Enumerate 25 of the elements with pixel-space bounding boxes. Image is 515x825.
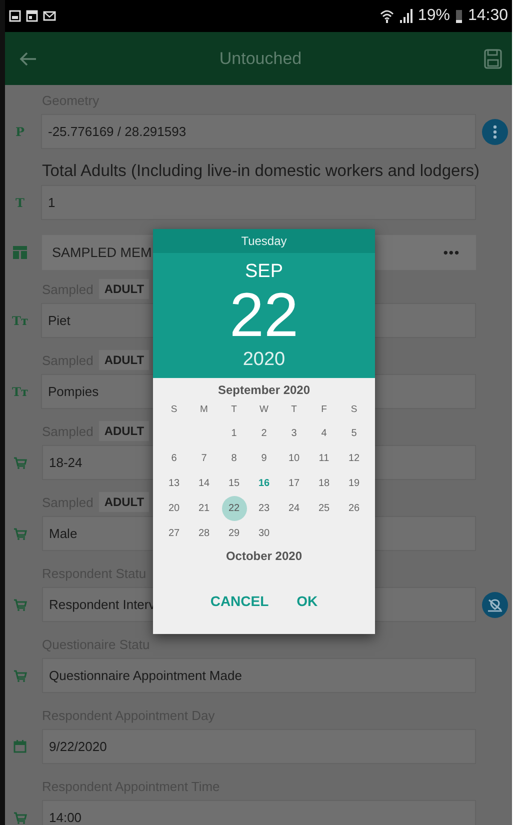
field-label: Total Adults (Including live-in domestic workers and lodgers) xyxy=(42,162,480,180)
type-chip: ADULT xyxy=(99,350,150,370)
field-value: 14:00 xyxy=(49,810,82,825)
clock: 14:30 xyxy=(468,7,508,25)
field-value: Male xyxy=(49,526,78,541)
type-chip: ADULT xyxy=(99,421,150,441)
field-type-glyph: P xyxy=(14,124,26,138)
field-type-glyph: Tт xyxy=(12,384,28,398)
month-title: October 2020 xyxy=(226,548,302,565)
month-title: September 2020 xyxy=(218,382,310,399)
field-value: 18-24 xyxy=(49,455,82,470)
field-value: -25.776169 / 28.291593 xyxy=(48,124,186,139)
battery-percent: 19% xyxy=(418,7,450,25)
type-chip: ADULT xyxy=(99,492,150,512)
screen-title: Untouched xyxy=(219,48,302,68)
field-value: Questionnaire Appointment Made xyxy=(49,668,242,683)
field-type-glyph: Tт xyxy=(12,314,28,328)
field-value: 1 xyxy=(48,195,56,210)
group-title: SAMPLED MEM xyxy=(52,245,152,260)
field-value: Pompies xyxy=(48,384,99,399)
field-value: 9/22/2020 xyxy=(49,739,107,754)
field-value: Piet xyxy=(48,313,70,328)
weekday-text: Tuesday xyxy=(241,234,287,248)
type-chip: ADULT xyxy=(99,279,150,299)
field-type-glyph: T xyxy=(14,196,26,210)
